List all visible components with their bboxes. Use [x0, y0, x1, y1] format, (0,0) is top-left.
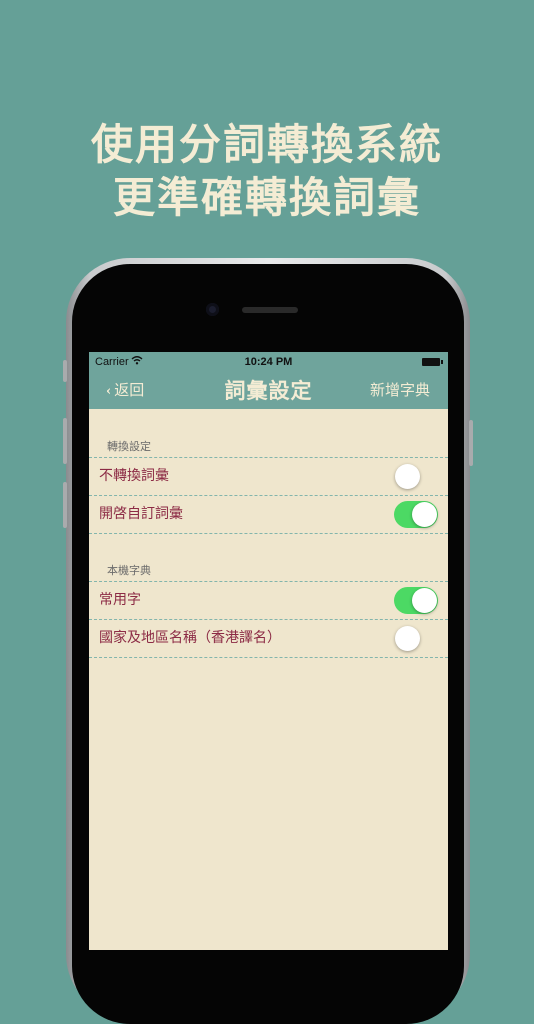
promo-headline: 使用分詞轉換系統 更準確轉換詞彙: [0, 118, 534, 224]
divider: [89, 657, 448, 658]
section-header-local-dictionary: 本機字典: [107, 564, 151, 577]
add-dictionary-button[interactable]: 新增字典: [370, 372, 430, 409]
setting-label: 不轉換詞彙: [99, 468, 169, 484]
toggle-knob: [395, 464, 420, 489]
headline-line-2: 更準確轉換詞彙: [112, 173, 421, 222]
status-time: 10:24 PM: [244, 356, 293, 368]
setting-label: 開啓自訂詞彙: [99, 506, 183, 522]
front-camera: [206, 303, 219, 316]
divider: [89, 533, 448, 534]
mute-switch: [63, 360, 67, 382]
setting-label: 常用字: [99, 592, 141, 608]
setting-label: 國家及地區名稱（香港譯名）: [99, 630, 281, 646]
volume-down-button: [63, 482, 67, 528]
earpiece-speaker: [242, 307, 298, 313]
setting-row-custom-vocab: 開啓自訂詞彙: [89, 496, 448, 533]
toggle-knob: [395, 626, 420, 651]
section-header-conversion: 轉換設定: [107, 440, 151, 453]
setting-row-no-convert: 不轉換詞彙: [89, 458, 448, 495]
setting-row-common-chars: 常用字: [89, 582, 448, 619]
volume-up-button: [63, 418, 67, 464]
setting-row-country-names: 國家及地區名稱（香港譯名）: [89, 620, 448, 657]
headline-line-1: 使用分詞轉換系統: [90, 120, 443, 169]
toggle-knob: [412, 588, 437, 613]
toggle-custom-vocab[interactable]: [394, 501, 438, 528]
toggle-no-convert[interactable]: [394, 463, 438, 490]
power-button: [469, 420, 473, 466]
app-screen: Carrier 10:24 PM ‹ 返回 詞彙設定 新增字典 轉換設定 不轉換詞…: [89, 352, 448, 950]
toggle-country-names[interactable]: [394, 625, 438, 652]
navigation-bar: ‹ 返回 詞彙設定 新增字典: [89, 372, 448, 409]
toggle-knob: [412, 502, 437, 527]
battery-icon: [422, 358, 443, 366]
toggle-common-chars[interactable]: [394, 587, 438, 614]
status-bar: Carrier 10:24 PM: [89, 352, 448, 372]
